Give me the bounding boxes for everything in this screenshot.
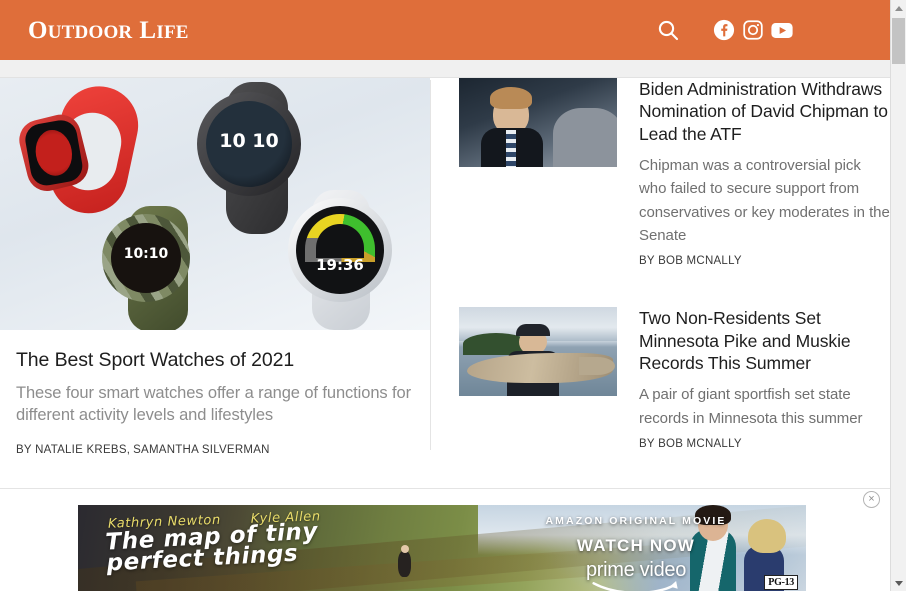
ad-prime-video-brand: prime video [585,559,687,581]
side-story-body-2: Two Non-Residents Set Minnesota Pike and… [639,307,890,450]
scroll-down-arrow-button[interactable] [891,575,906,591]
watch-garmin-camo: 10:10 [98,206,238,330]
instagram-icon[interactable] [742,19,764,41]
ad-kicker: AMAZON ORIGINAL MOVIE [545,515,727,527]
amazon-smile-icon [592,581,678,591]
scroll-up-arrow-icon [894,5,903,11]
byline-author-1[interactable]: BY NATALIE KREBS [16,444,127,456]
site-logo[interactable]: O UTDOOR L IFE [28,18,189,43]
hamburger-menu-icon[interactable] [838,21,862,40]
ad-rating-badge: PG-13 [764,575,798,590]
scroll-thumb[interactable] [892,18,905,64]
side-story-byline-2[interactable]: BY BOB MCNALLY [639,438,890,450]
lead-story-image[interactable]: 10 10 10:10 19:36 [0,78,430,330]
byline-author-2[interactable]: SAMANTHA SILVERMAN [133,444,270,456]
ad-call-to-action-block: AMAZON ORIGINAL MOVIE WATCH NOW prime vi… [486,515,786,591]
search-icon[interactable] [655,17,681,43]
lead-story-byline: BY NATALIE KREBS, SAMANTHA SILVERMAN [16,444,414,456]
header-underbar [0,60,890,78]
column-divider [430,80,431,450]
side-story-image-1[interactable] [459,78,617,167]
side-story-byline-1[interactable]: BY BOB MCNALLY [639,255,890,267]
list-item: Biden Administration Withdraws Nominatio… [459,78,890,267]
ad-seated-figure [398,551,411,577]
watch-suunto-white: 19:36 [282,190,418,330]
scroll-down-arrow-icon [894,580,903,586]
ad-artwork: Kathryn Newton Kyle Allen The map of tiny… [78,505,806,591]
lead-story-dek: These four smart watches offer a range o… [16,384,411,425]
ad-watch-now-label[interactable]: WATCH NOW [486,536,786,556]
list-item: Two Non-Residents Set Minnesota Pike and… [459,307,890,450]
site-header: O UTDOOR L IFE [0,0,890,60]
side-story-body-1: Biden Administration Withdraws Nominatio… [639,78,890,267]
logo-letter-l: L [139,16,157,44]
youtube-icon[interactable] [771,19,793,41]
logo-word-life: IFE [156,21,189,43]
facebook-icon[interactable] [713,19,735,41]
vertical-scrollbar[interactable] [890,0,906,591]
lead-story-text: The Best Sport Watches of 2021 These fou… [0,330,430,456]
browser-viewport: O UTDOOR L IFE 10 10 10:10 19:36 The Bes… [0,0,906,591]
logo-letter-o: O [28,16,48,44]
lead-story-title[interactable]: The Best Sport Watches of 2021 [16,348,414,372]
logo-word-outdoor: UTDOOR [47,21,133,43]
side-story-list: Biden Administration Withdraws Nominatio… [459,78,890,490]
ad-seated-figure-head [401,545,409,553]
side-story-image-2[interactable] [459,307,617,397]
advertisement-banner[interactable]: Kathryn Newton Kyle Allen The map of tiny… [78,505,806,591]
ad-close-button[interactable]: × [863,491,880,508]
lead-story: 10 10 10:10 19:36 The Best Sport Watches… [0,78,430,456]
side-story-title-1[interactable]: Biden Administration Withdraws Nominatio… [639,78,890,145]
side-story-title-2[interactable]: Two Non-Residents Set Minnesota Pike and… [639,307,890,374]
scroll-up-arrow-button[interactable] [891,0,906,16]
side-story-dek-2: A pair of giant sportfish set state reco… [639,386,863,427]
side-story-dek-1: Chipman was a controversial pick who fai… [639,157,890,244]
header-tools [655,0,890,60]
